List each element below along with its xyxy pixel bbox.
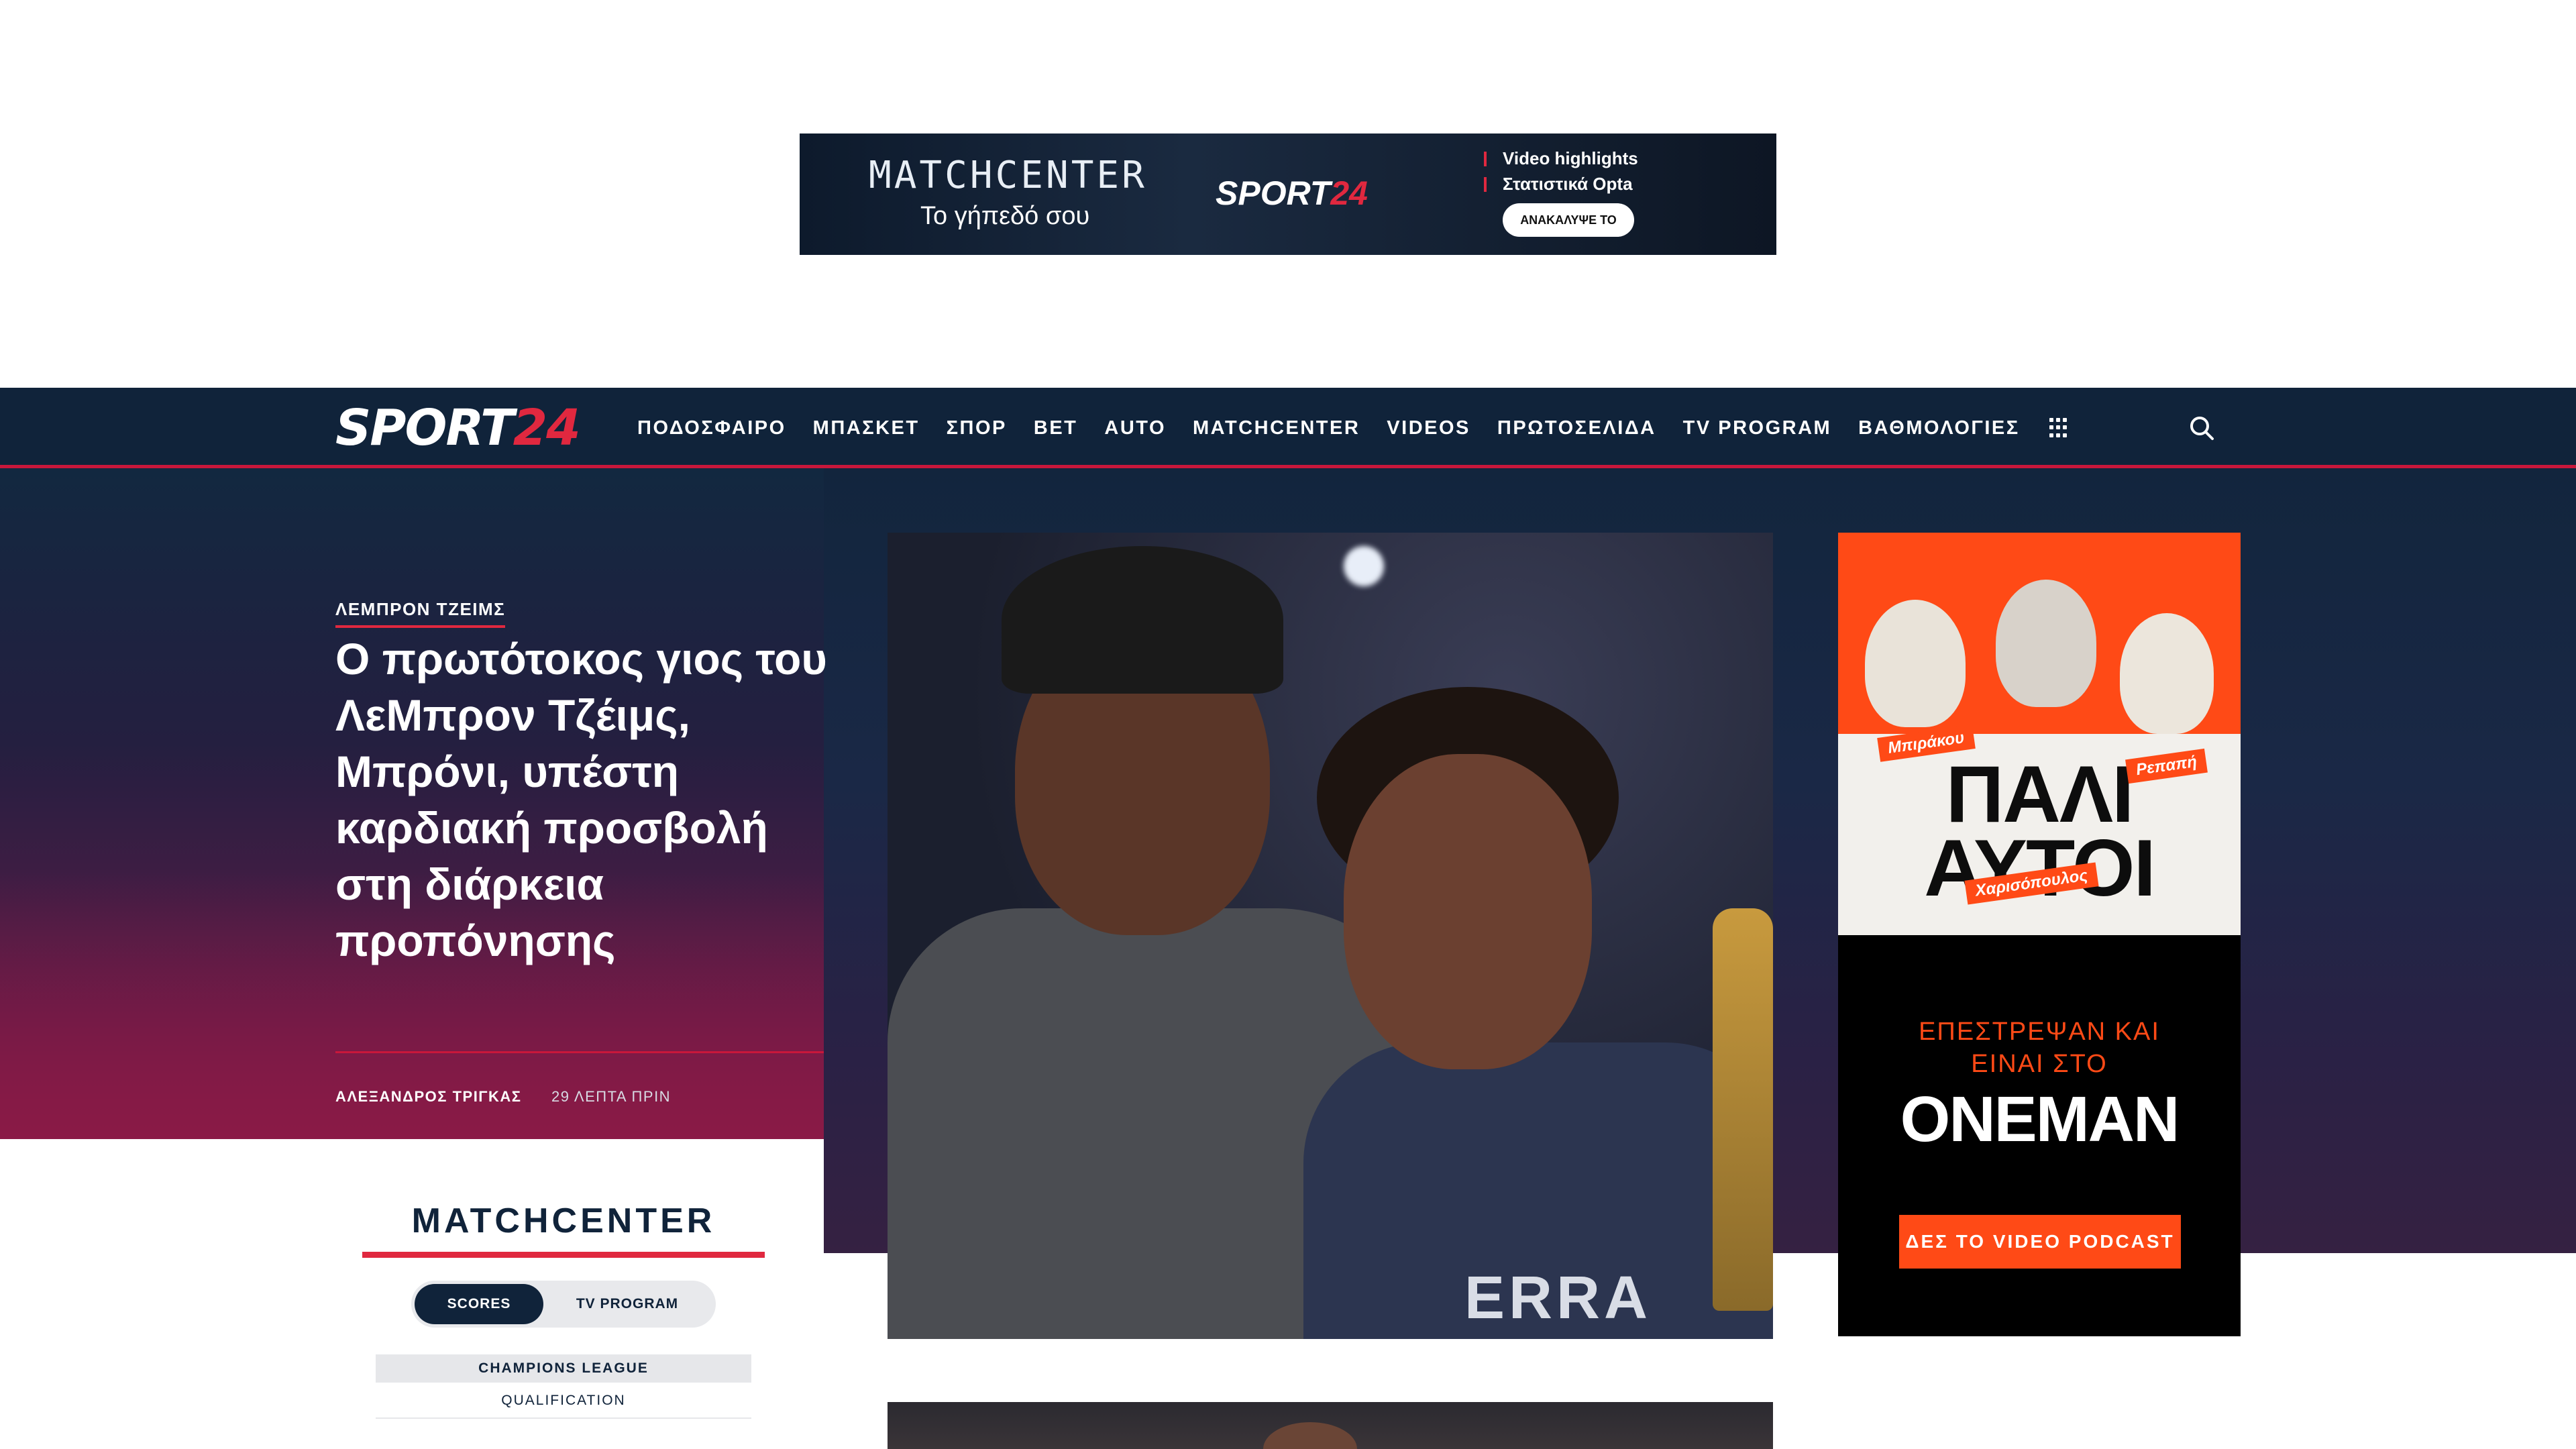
ad-matchcenter-title: MATCHCENTER [869, 154, 1147, 197]
ad-bullets: Video highlights Στατιστικά Opta [1484, 146, 1638, 197]
page: MATCHCENTER Το γήπεδό σου SPORT24 Video … [0, 0, 2576, 1449]
image-figure-face [1344, 754, 1592, 1069]
ad-person [2120, 613, 2214, 734]
nav-item-videos[interactable]: VIDEOS [1387, 417, 1470, 439]
nav-item-bet[interactable]: BET [1034, 417, 1078, 439]
top-banner-ad[interactable]: MATCHCENTER Το γήπεδό σου SPORT24 Video … [800, 133, 1776, 255]
league-header[interactable]: CHAMPIONS LEAGUE [376, 1354, 751, 1383]
matchcenter-toggle: SCORES TV PROGRAM [411, 1281, 716, 1328]
image-figure-head [1263, 1422, 1357, 1449]
ad-logo-accent: 24 [1330, 174, 1368, 212]
nav-menu: ΠΟΔΟΣΦΑΙΡΟ ΜΠΑΣΚΕΤ ΣΠΟΡ BET AUTO MATCHCE… [637, 388, 2070, 468]
search-icon[interactable] [2188, 415, 2215, 441]
ad-logo-main: SPORT [1216, 174, 1331, 212]
nav-item-sport[interactable]: ΣΠΟΡ [947, 417, 1007, 439]
ad-cta-button[interactable]: ΔΕΣ ΤΟ VIDEO PODCAST [1899, 1215, 2181, 1269]
logo-accent: 24 [513, 399, 581, 457]
main-navbar: SPORT24 ΠΟΔΟΣΦΑΙΡΟ ΜΠΑΣΚΕΤ ΣΠΟΡ BET AUTO… [0, 388, 2576, 468]
matchcenter-widget: MATCHCENTER SCORES TV PROGRAM CHAMPIONS … [362, 1201, 765, 1419]
article-hero-image[interactable]: ERRA [888, 533, 1773, 1339]
nav-item-frontpages[interactable]: ΠΡΩΤΟΣΕΛΙΔΑ [1497, 417, 1656, 439]
tab-scores[interactable]: SCORES [415, 1284, 543, 1324]
article-headline[interactable]: Ο πρωτότοκος γιος του ΛεΜπρον Τζέιμς, Μπ… [335, 631, 832, 969]
article-timestamp: 29 ΛΕΠΤΑ ΠΡΙΝ [551, 1088, 672, 1105]
headline-divider [335, 1051, 824, 1053]
ad-person [1865, 600, 1966, 727]
ad-matchcenter-subtitle: Το γήπεδό σου [920, 202, 1090, 230]
ad-brand-logo: ONEMAN [1900, 1083, 2180, 1155]
nav-item-tv-program[interactable]: TV PROGRAM [1683, 417, 1832, 439]
ad-bullet: Video highlights [1484, 146, 1638, 171]
site-logo[interactable]: SPORT24 [335, 403, 581, 453]
nav-item-standings[interactable]: ΒΑΘΜΟΛΟΓΙΕΣ [1858, 417, 2019, 439]
tab-tv-program[interactable]: TV PROGRAM [563, 1284, 692, 1324]
second-article-image[interactable] [888, 1402, 1773, 1449]
logo-main: SPORT [335, 399, 515, 457]
nav-item-matchcenter[interactable]: MATCHCENTER [1193, 417, 1360, 439]
matchcenter-title[interactable]: MATCHCENTER [362, 1201, 765, 1258]
article-kicker[interactable]: ΛΕΜΠΡΟΝ ΤΖΕΙΜΣ [335, 599, 506, 628]
ad-tagline: ΕΠΕΣΤΡΕΨΑΝ ΚΑΙ ΕΙΝΑΙ ΣΤΟ [1919, 1018, 2160, 1078]
nav-item-basketball[interactable]: ΜΠΑΣΚΕΤ [813, 417, 920, 439]
arena-light [1344, 546, 1384, 586]
side-banner-ad[interactable]: ΠΑΛΙ ΑΥΤΟΙ Μπιράκου Ρεπαπή Χαρισόπουλος … [1838, 533, 2241, 1336]
nav-item-auto[interactable]: AUTO [1104, 417, 1166, 439]
grid-menu-icon[interactable] [2049, 418, 2070, 438]
nav-item-football[interactable]: ΠΟΔΟΣΦΑΙΡΟ [637, 417, 786, 439]
ad-bullet: Στατιστικά Opta [1484, 171, 1638, 197]
image-figure-beanie [1002, 546, 1283, 694]
ad-discover-button[interactable]: ΑΝΑΚΑΛΥΨΕ ΤΟ [1503, 203, 1634, 237]
image-trophy [1713, 908, 1773, 1311]
jersey-lettering: ERRA [1464, 1265, 1652, 1332]
ad-person [1996, 580, 2096, 707]
league-stage: QUALIFICATION [376, 1383, 751, 1419]
ad-sport24-logo: SPORT24 [1216, 174, 1368, 213]
article-author[interactable]: ΑΛΕΞΑΝΔΡΟΣ ΤΡΙΓΚΑΣ [335, 1088, 522, 1106]
